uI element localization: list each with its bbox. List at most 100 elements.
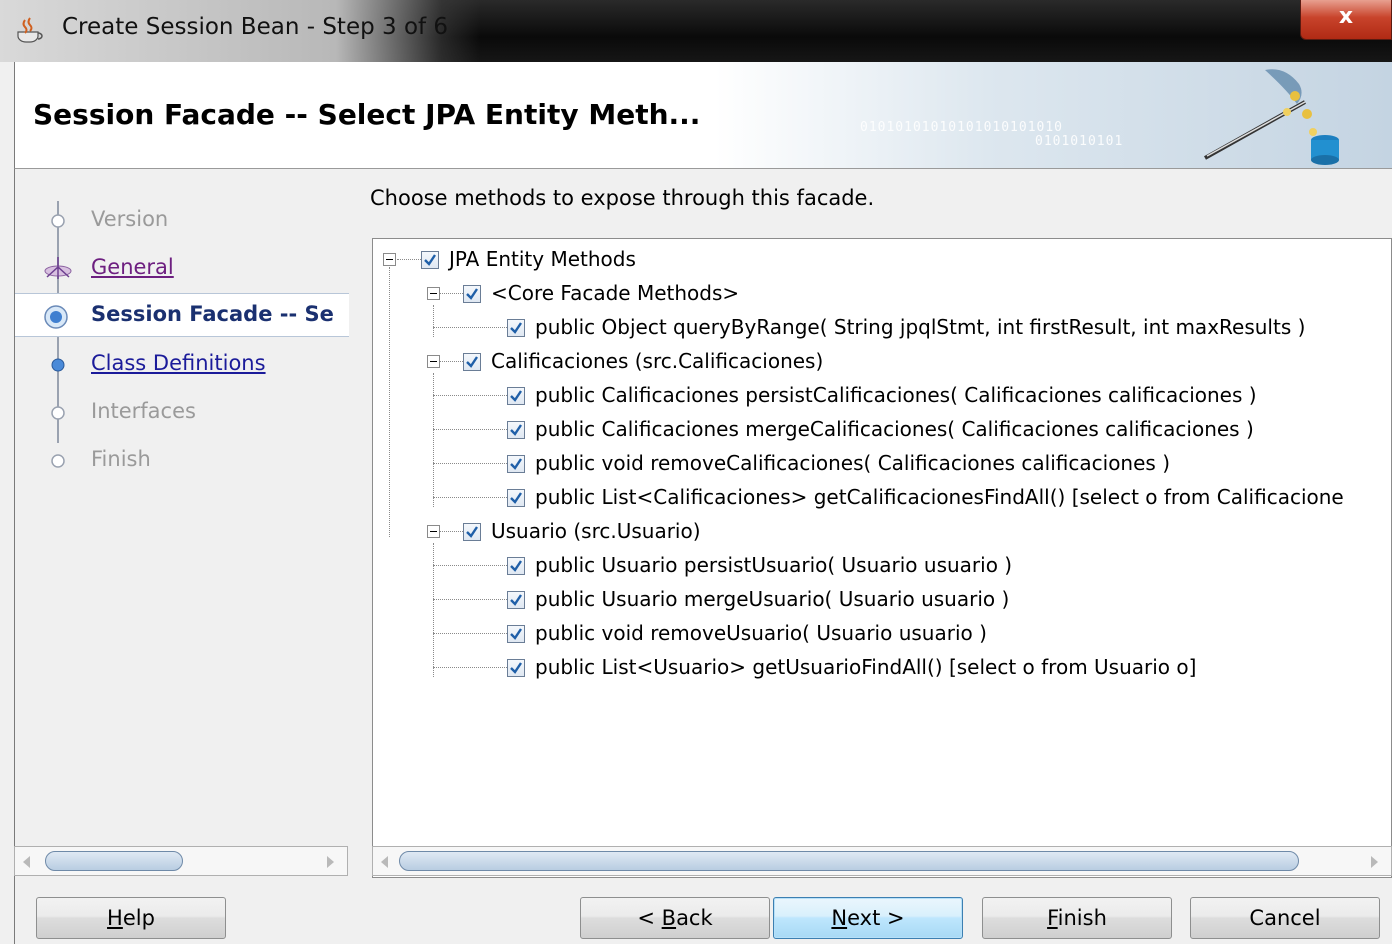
collapse-icon[interactable]: [427, 355, 440, 368]
step-pending-icon: [51, 454, 65, 468]
help-mnemonic: H: [107, 906, 123, 930]
checkbox-checked[interactable]: [507, 625, 525, 643]
checkbox-checked[interactable]: [507, 659, 525, 677]
step-label: Interfaces: [91, 399, 196, 423]
wizard-header: 01010101010101010101010 0101010101 Sessi…: [14, 62, 1392, 169]
close-button[interactable]: x: [1300, 0, 1392, 40]
collapse-icon[interactable]: [383, 253, 396, 266]
step-class-definitions[interactable]: Class Definitions: [15, 343, 349, 387]
tree-connector: [433, 463, 507, 464]
scrollbar-thumb[interactable]: [45, 851, 183, 871]
step-label: Session Facade -- Se: [91, 302, 334, 326]
tree-connector: [433, 633, 507, 634]
step-label[interactable]: Class Definitions: [91, 351, 266, 375]
tree-connector: [439, 531, 463, 532]
help-button[interactable]: Help: [36, 897, 226, 939]
check-icon: [510, 458, 522, 470]
tree-connector: [433, 667, 507, 668]
steps-horizontal-scrollbar[interactable]: [14, 846, 348, 876]
checkbox-checked[interactable]: [507, 455, 525, 473]
tree-connector: [389, 267, 390, 537]
check-icon: [510, 424, 522, 436]
step-current-icon: [44, 305, 68, 329]
check-icon: [424, 254, 436, 266]
collapse-icon[interactable]: [427, 287, 440, 300]
check-icon: [510, 390, 522, 402]
check-icon: [466, 526, 478, 538]
tree-connector: [433, 305, 434, 337]
step-available-icon: [51, 358, 65, 372]
tree-node-label: <Core Facade Methods>: [491, 281, 740, 305]
step-label[interactable]: General: [91, 255, 174, 279]
tree-node-label: JPA Entity Methods: [449, 247, 636, 271]
scroll-right-icon[interactable]: [1371, 856, 1378, 868]
instruction-text: Choose methods to expose through this fa…: [370, 186, 875, 210]
checkbox-checked[interactable]: [507, 591, 525, 609]
tree-node-label: public Calificaciones mergeCalificacione…: [535, 417, 1254, 441]
cancel-button[interactable]: Cancel: [1190, 897, 1380, 939]
tree-connector: [433, 543, 434, 677]
window-title: Create Session Bean - Step 3 of 6: [62, 14, 449, 40]
back-prefix: <: [637, 906, 662, 930]
tree-connector: [433, 497, 507, 498]
tree-connector: [433, 599, 507, 600]
tree-node-label: public Usuario persistUsuario( Usuario u…: [535, 553, 1013, 577]
tree-node-label: Calificaciones (src.Calificaciones): [491, 349, 824, 373]
step-pending-icon: [51, 214, 65, 228]
check-icon: [510, 492, 522, 504]
check-icon: [510, 594, 522, 606]
help-label: elp: [122, 906, 155, 930]
tree-connector: [433, 327, 507, 328]
title-bar[interactable]: Create Session Bean - Step 3 of 6 x: [0, 0, 1392, 62]
back-button[interactable]: < Back: [580, 897, 770, 939]
page-title: Session Facade -- Select JPA Entity Meth…: [33, 98, 701, 131]
scroll-right-icon[interactable]: [327, 856, 334, 868]
check-icon: [510, 322, 522, 334]
step-label: Finish: [91, 447, 151, 471]
checkbox-checked[interactable]: [507, 557, 525, 575]
step-general[interactable]: General: [15, 247, 349, 291]
tree-node-label: Usuario (src.Usuario): [491, 519, 701, 543]
step-visited-icon: [44, 257, 72, 279]
step-pending-icon: [51, 406, 65, 420]
scroll-left-icon[interactable]: [23, 856, 30, 868]
tree-connector: [439, 361, 463, 362]
tree-node-label: public List<Calificaciones> getCalificac…: [535, 485, 1344, 509]
tree-connector: [433, 395, 507, 396]
tree-horizontal-scrollbar[interactable]: [372, 846, 1392, 876]
step-finish: Finish: [15, 439, 349, 483]
back-label: ack: [676, 906, 713, 930]
scrollbar-thumb[interactable]: [399, 851, 1299, 871]
next-button[interactable]: Next >: [773, 897, 963, 939]
cancel-label: Cancel: [1249, 906, 1321, 930]
tree-node-label: public Object queryByRange( String jpqlS…: [535, 315, 1306, 339]
tree-connector: [433, 565, 507, 566]
collapse-icon[interactable]: [427, 525, 440, 538]
tree-node-label: public List<Usuario> getUsuarioFindAll()…: [535, 655, 1197, 679]
java-cup-icon: [17, 17, 43, 43]
checkbox-checked[interactable]: [507, 319, 525, 337]
step-session-facade[interactable]: Session Facade -- Se: [15, 293, 349, 337]
check-icon: [510, 662, 522, 674]
checkbox-checked[interactable]: [463, 285, 481, 303]
checkbox-checked[interactable]: [463, 523, 481, 541]
close-icon: x: [1338, 4, 1354, 29]
checkbox-checked[interactable]: [463, 353, 481, 371]
check-icon: [510, 560, 522, 572]
methods-tree[interactable]: JPA Entity Methods <Core Facade Methods>…: [372, 238, 1392, 878]
check-icon: [510, 628, 522, 640]
tree-node-label: public Calificaciones persistCalificacio…: [535, 383, 1257, 407]
wizard-wand-icon: [1204, 69, 1339, 165]
tree-connector: [433, 373, 434, 507]
tree-connector: [439, 293, 463, 294]
finish-button[interactable]: Finish: [982, 897, 1172, 939]
header-binary-decoration-2: 0101010101: [1035, 134, 1124, 149]
step-version: Version: [15, 199, 349, 243]
checkbox-checked[interactable]: [507, 387, 525, 405]
checkbox-checked[interactable]: [421, 251, 439, 269]
scroll-left-icon[interactable]: [381, 856, 388, 868]
checkbox-checked[interactable]: [507, 421, 525, 439]
checkbox-checked[interactable]: [507, 489, 525, 507]
tree-node-label: public void removeUsuario( Usuario usuar…: [535, 621, 987, 645]
wizard-steps-panel: Version General Session Facade -- Se Cla…: [14, 169, 349, 877]
